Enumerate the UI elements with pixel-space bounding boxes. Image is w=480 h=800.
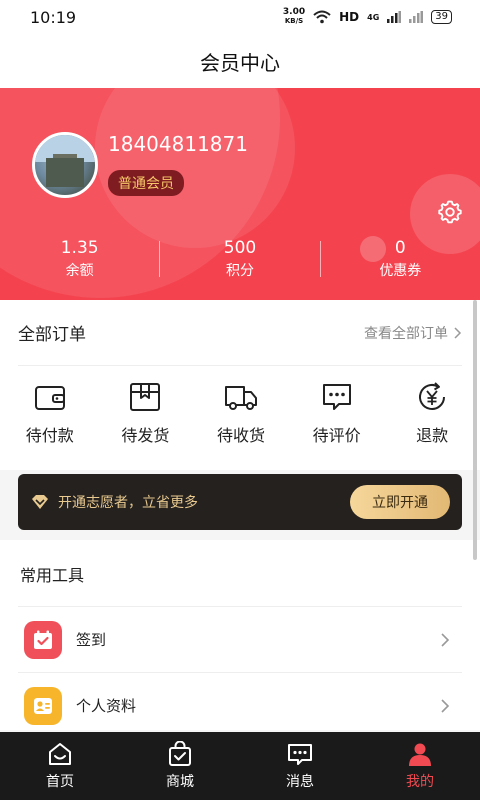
wallet-icon <box>34 386 65 410</box>
orders-title: 全部订单 <box>18 325 86 345</box>
order-pending-review[interactable]: 待评价 <box>289 380 385 446</box>
order-item-label: 待付款 <box>25 426 74 445</box>
order-refund[interactable]: 退款 <box>384 380 480 446</box>
page-title: 会员中心 <box>200 50 280 75</box>
wifi-icon <box>313 10 331 24</box>
volunteer-promo-text: 开通志愿者，立省更多 <box>58 495 198 511</box>
tool-item-label: 签到 <box>76 631 107 649</box>
status-bar: 10:19 3.00 KB/S HD 4G 39 <box>0 0 480 34</box>
gear-icon[interactable] <box>436 198 464 226</box>
tab-label: 商城 <box>166 774 194 790</box>
chevron-right-icon <box>441 632 450 647</box>
hd-indicator: HD <box>339 10 360 24</box>
header: 会员中心 <box>0 34 480 88</box>
signal-icon <box>387 11 402 23</box>
diamond-icon <box>32 495 48 509</box>
tool-item-label: 个人资料 <box>76 697 137 715</box>
order-pending-payment[interactable]: 待付款 <box>2 380 98 446</box>
stat-value: 500 <box>223 238 257 258</box>
tab-shop[interactable]: 商城 <box>120 732 240 800</box>
view-all-orders-link[interactable]: 查看全部订单 <box>364 323 462 343</box>
comment-icon <box>322 384 351 410</box>
tab-label: 首页 <box>46 774 74 790</box>
stat-label: 余额 <box>65 263 94 279</box>
network-speed: 3.00 KB/S <box>282 7 306 26</box>
phone-number: 18404811871 <box>108 132 248 156</box>
package-icon <box>130 383 161 411</box>
volunteer-banner: 开通志愿者，立省更多 立即开通 <box>18 474 462 530</box>
tab-label: 消息 <box>286 774 314 790</box>
tab-label: 我的 <box>406 774 434 790</box>
refund-icon <box>419 382 446 410</box>
tool-item-checkin[interactable]: 签到 <box>18 606 462 672</box>
bottom-tab-bar: 首页 商城 消息 我的 <box>0 732 480 800</box>
signal-4g-label: 4G <box>367 12 380 22</box>
profile-card-icon <box>24 686 62 725</box>
order-item-label: 待收货 <box>216 426 265 445</box>
stat-label: 积分 <box>225 263 254 279</box>
stat-points[interactable]: 500 积分 <box>160 234 319 284</box>
shop-bag-icon <box>169 741 191 766</box>
status-indicators: 3.00 KB/S HD 4G 39 <box>283 8 452 26</box>
tools-title: 常用工具 <box>20 566 85 585</box>
chevron-right-icon <box>454 326 462 339</box>
stat-value: 1.35 <box>60 238 99 258</box>
user-icon <box>409 743 431 766</box>
profile-stats: 1.35 余额 500 积分 0 优惠券 <box>0 234 480 284</box>
checkin-icon <box>24 620 62 659</box>
scrollbar[interactable] <box>473 300 477 560</box>
truck-icon <box>224 386 257 410</box>
member-level-badge: 普通会员 <box>108 170 184 196</box>
stat-label: 优惠券 <box>379 263 422 279</box>
order-item-label: 退款 <box>416 426 449 445</box>
order-pending-shipment[interactable]: 待发货 <box>98 380 194 446</box>
order-item-label: 待发货 <box>121 426 170 445</box>
tab-messages[interactable]: 消息 <box>240 732 360 800</box>
stat-coupons[interactable]: 0 优惠券 <box>321 234 480 284</box>
profile-header: 18404811871 普通会员 1.35 余额 500 积分 0 优惠券 <box>0 88 480 300</box>
status-time: 10:19 <box>30 7 77 27</box>
home-icon <box>49 743 71 765</box>
stat-value: 0 <box>394 238 406 258</box>
stat-balance[interactable]: 1.35 余额 <box>0 234 159 284</box>
battery-icon: 39 <box>431 10 452 24</box>
orders-section: 全部订单 查看全部订单 待付款 待发货 待收货 待评价 退款 <box>0 300 480 470</box>
tools-section: 常用工具 签到 个人资料 <box>0 540 480 730</box>
order-item-label: 待评价 <box>312 426 361 445</box>
avatar[interactable] <box>32 132 98 198</box>
tab-mine[interactable]: 我的 <box>360 732 480 800</box>
chevron-right-icon <box>441 698 450 713</box>
order-pending-receipt[interactable]: 待收货 <box>193 380 289 446</box>
activate-now-button[interactable]: 立即开通 <box>350 485 450 519</box>
tool-item-profile[interactable]: 个人资料 <box>18 672 462 738</box>
message-icon <box>288 744 312 765</box>
order-status-row: 待付款 待发货 待收货 待评价 退款 <box>0 380 480 446</box>
tab-home[interactable]: 首页 <box>0 732 120 800</box>
orders-header: 全部订单 查看全部订单 <box>18 300 462 366</box>
signal-off-icon <box>409 11 424 23</box>
